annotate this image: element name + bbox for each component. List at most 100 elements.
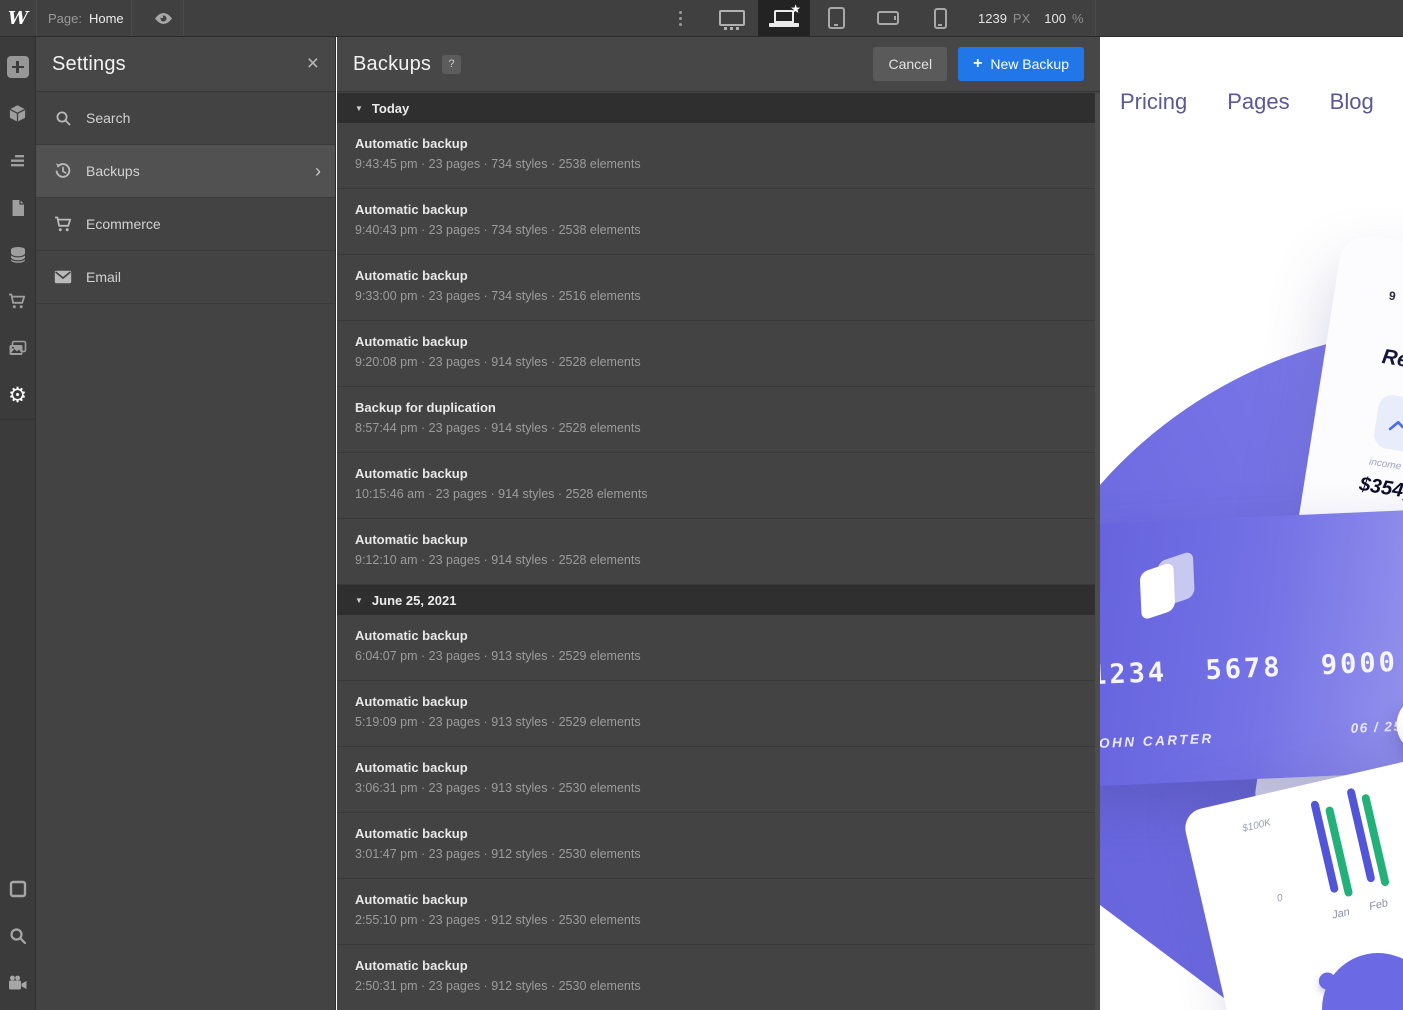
zoom-button[interactable] — [0, 912, 36, 959]
backup-meta: 9:20:08 pm · 23 pages · 914 styles · 252… — [355, 355, 1082, 369]
search-icon — [53, 110, 73, 127]
backup-row[interactable]: Automatic backup5:19:09 pm · 23 pages · … — [337, 681, 1100, 747]
backup-meta: 3:01:47 pm · 23 pages · 912 styles · 253… — [355, 847, 1082, 861]
card-expiry: 06 / 25 — [1350, 719, 1402, 736]
backup-title: Automatic backup — [355, 334, 1082, 349]
top-bar: W Page: Home ★ 1239 PX 100 % — [0, 0, 1403, 37]
card-holder-name: JOHN CARTER — [1100, 731, 1214, 751]
backup-meta: 9:40:43 pm · 23 pages · 734 styles · 253… — [355, 223, 1082, 237]
backup-row[interactable]: Automatic backup 2:55:10 pm · 23 pages · … — [337, 879, 1100, 945]
settings-panel: Settings × Search›Backups›Ecommerce›Emai… — [36, 37, 336, 1010]
backup-meta: 8:57:44 pm · 23 pages · 914 styles · 252… — [355, 421, 1082, 435]
laptop-starred-icon: ★ — [774, 10, 794, 23]
device-laptop-button[interactable]: ★ — [758, 0, 810, 36]
assets-button[interactable] — [0, 325, 36, 372]
left-toolbar: ⚙ — [0, 37, 36, 1010]
history-icon — [53, 162, 73, 180]
comments-mode-button[interactable] — [0, 865, 36, 912]
settings-menu-item-email[interactable]: Email› — [36, 251, 335, 304]
desktop-icon — [719, 10, 745, 26]
backups-title: Backups — [353, 53, 431, 76]
backup-meta: 2:55:10 pm · 23 pages · 912 styles · 253… — [355, 913, 1082, 927]
scrollbar[interactable] — [1095, 93, 1100, 1010]
navigator-button[interactable] — [0, 137, 36, 184]
ecommerce-button[interactable] — [0, 278, 36, 325]
design-canvas[interactable]: Pricing Pages Blog 9 Re income $354, 123… — [1100, 37, 1403, 1010]
page-selector[interactable]: Page: Home — [48, 0, 124, 36]
cms-button[interactable] — [0, 231, 36, 278]
backup-meta: 2:50:31 pm · 23 pages · 912 styles · 253… — [355, 979, 1082, 993]
backup-row[interactable]: Automatic backup9:12:10 am · 23 pages · … — [337, 519, 1100, 585]
page-name: Home — [89, 11, 124, 26]
database-icon — [9, 246, 27, 264]
backup-meta: 6:04:07 pm · 23 pages · 913 styles · 252… — [355, 649, 1082, 663]
settings-menu-item-search[interactable]: Search› — [36, 92, 335, 145]
device-mobile-landscape-button[interactable] — [862, 0, 914, 36]
menu-item-label: Email — [86, 269, 121, 285]
cancel-button[interactable]: Cancel — [873, 47, 947, 81]
navigator-icon — [9, 152, 26, 169]
backup-row[interactable]: Automatic backup 2:50:31 pm · 23 pages · … — [337, 945, 1100, 1010]
backup-title: Automatic backup — [355, 958, 1082, 973]
backup-row[interactable]: Automatic backup 9:20:08 pm · 23 pages · … — [337, 321, 1100, 387]
divider — [131, 0, 132, 36]
assets-icon — [8, 340, 27, 357]
phone-report-title: Re — [1380, 345, 1403, 373]
video-button[interactable] — [0, 959, 36, 1006]
backup-meta: 9:33:00 pm · 23 pages · 734 styles · 251… — [355, 289, 1082, 303]
device-mobile-portrait-button[interactable] — [914, 0, 966, 36]
tablet-icon — [828, 7, 845, 29]
credit-card: 1234 5678 9000 0000 JOHN CARTER 06 / 25 — [1100, 505, 1403, 786]
backup-row[interactable]: Backup for duplication 8:57:44 pm · 23 pa… — [337, 387, 1100, 453]
new-backup-button[interactable]: + New Backup — [958, 47, 1084, 81]
backup-title: Backup for duplication — [355, 400, 1082, 415]
backup-row[interactable]: Automatic backup9:43:45 pm · 23 pages · … — [337, 123, 1100, 189]
backup-row[interactable]: Automatic backup9:40:43 pm · 23 pages · … — [337, 189, 1100, 255]
backup-meta: 5:19:09 pm · 23 pages · 913 styles · 252… — [355, 715, 1082, 729]
backup-title: Automatic backup — [355, 892, 1082, 907]
backup-row[interactable]: Automatic backup 9:33:00 pm · 23 pages · … — [337, 255, 1100, 321]
canvas-dimensions[interactable]: 1239 PX 100 % — [978, 0, 1084, 36]
backups-panel-header: Backups ? Cancel + New Backup — [337, 37, 1100, 92]
menu-item-label: Ecommerce — [86, 216, 161, 232]
components-button[interactable] — [0, 90, 36, 137]
backup-row[interactable]: Automatic backup10:15:46 am · 23 pages ·… — [337, 453, 1100, 519]
pages-button[interactable] — [0, 184, 36, 231]
menu-item-label: Backups — [86, 163, 140, 179]
settings-menu-item-backups[interactable]: Backups› — [36, 145, 335, 198]
backup-section-label: Today — [372, 101, 409, 116]
backup-row[interactable]: Automatic backup 3:01:47 pm · 23 pages · … — [337, 813, 1100, 879]
backup-title: Automatic backup — [355, 760, 1082, 775]
star-icon: ★ — [790, 3, 801, 15]
backup-list: ▼ Today Automatic backup9:43:45 pm · 23 pa… — [337, 93, 1100, 1010]
settings-title: Settings — [52, 53, 307, 76]
email-icon — [53, 270, 73, 284]
canvas-width-value: 1239 — [978, 11, 1007, 26]
zoom-value: 100 — [1044, 11, 1066, 26]
backup-title: Automatic backup — [355, 628, 1082, 643]
settings-menu-item-ecommerce[interactable]: Ecommerce› — [36, 198, 335, 251]
preview-toggle-button[interactable] — [143, 0, 183, 36]
backup-row[interactable]: Automatic backup 6:04:07 pm · 23 pages · … — [337, 615, 1100, 681]
device-desktop-button[interactable] — [706, 0, 758, 36]
divider — [0, 419, 36, 420]
backup-row[interactable]: Automatic backup3:06:31 pm · 23 pages · … — [337, 747, 1100, 813]
collapse-triangle-icon: ▼ — [355, 104, 363, 113]
chart-month-jan: Jan — [1331, 906, 1351, 922]
backup-title: Automatic backup — [355, 826, 1082, 841]
device-breakpoint-bar: ★ — [706, 0, 966, 36]
card-circle-button — [1395, 694, 1403, 754]
more-options-button[interactable] — [672, 0, 688, 36]
backup-section-header[interactable]: ▼ Today — [337, 93, 1100, 123]
eye-icon — [154, 12, 173, 25]
device-tablet-button[interactable] — [810, 0, 862, 36]
backups-panel: Backups ? Cancel + New Backup ▼ Today Auto… — [337, 37, 1100, 1010]
magnifier-icon — [9, 927, 27, 945]
add-elements-button[interactable] — [0, 43, 36, 90]
backup-section-header[interactable]: ▼June 25, 2021 — [337, 585, 1100, 615]
close-icon[interactable]: × — [307, 54, 319, 74]
backup-title: Automatic backup — [355, 268, 1082, 283]
settings-button[interactable]: ⚙ — [0, 372, 36, 419]
webflow-logo[interactable]: W — [0, 0, 36, 36]
help-badge[interactable]: ? — [442, 55, 461, 74]
